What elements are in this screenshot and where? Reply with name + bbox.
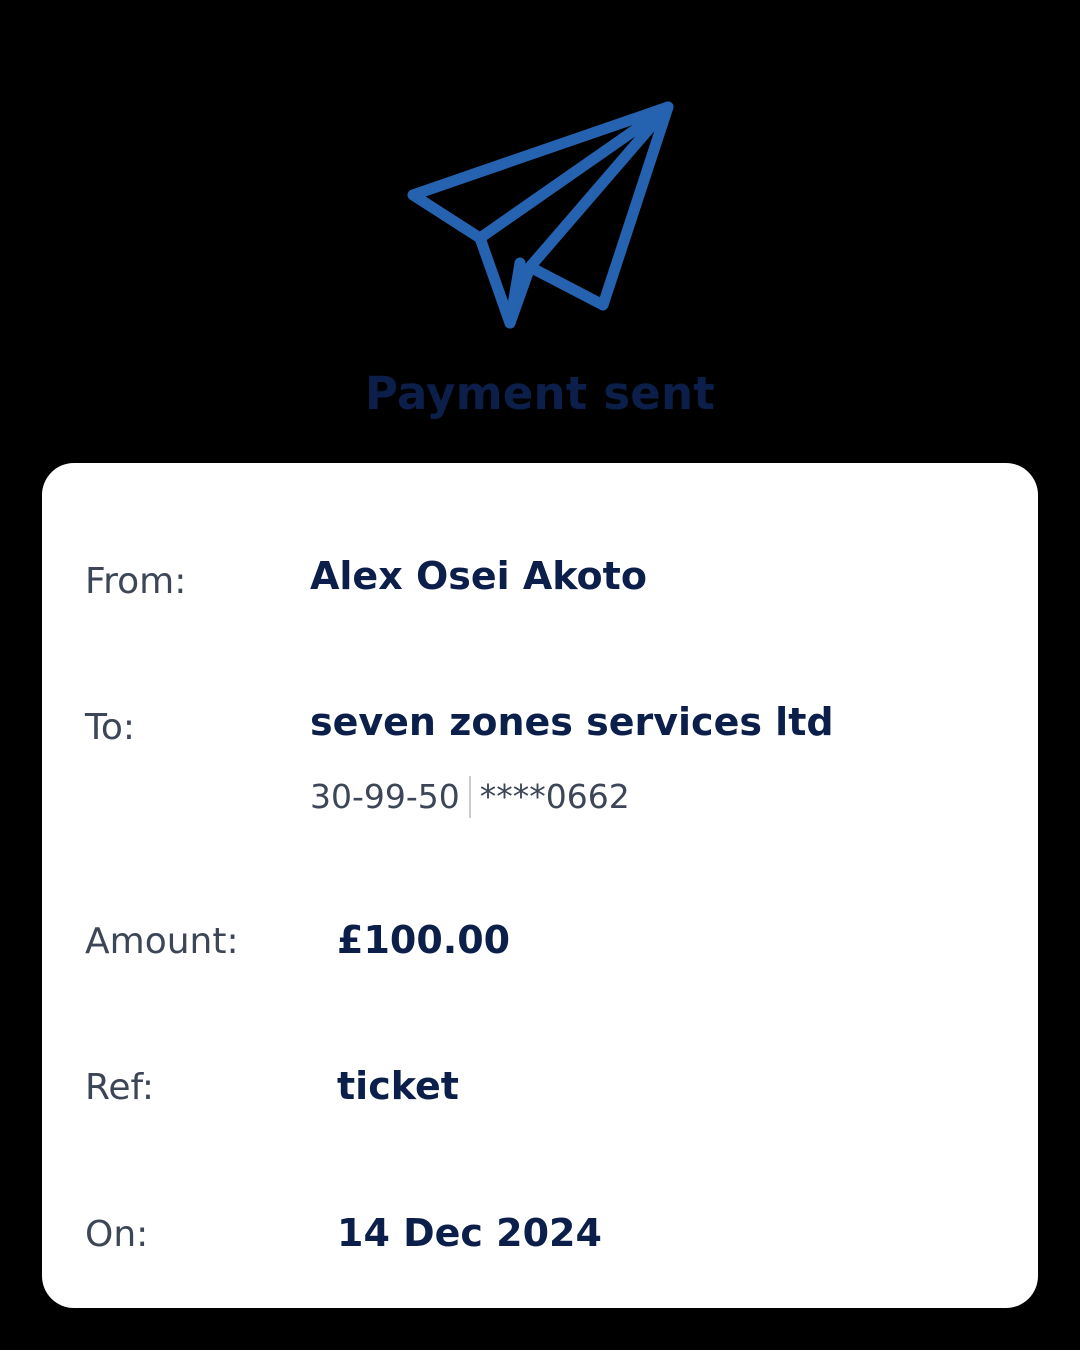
account-divider bbox=[468, 776, 471, 818]
to-value: seven zones services ltd bbox=[310, 700, 834, 744]
to-label: To: bbox=[85, 707, 136, 748]
account-details: 30-99-50 ****0662 bbox=[310, 772, 630, 822]
account-number: ****0662 bbox=[479, 777, 630, 816]
amount-value: £100.00 bbox=[337, 918, 511, 962]
page-title: Payment sent bbox=[365, 367, 715, 420]
date-label: On: bbox=[85, 1214, 149, 1255]
payment-details-card: From: Alex Osei Akoto To: seven zones se… bbox=[42, 463, 1038, 1308]
ref-value: ticket bbox=[337, 1064, 459, 1108]
sort-code: 30-99-50 bbox=[310, 777, 460, 816]
amount-label: Amount: bbox=[85, 921, 239, 962]
date-value: 14 Dec 2024 bbox=[337, 1211, 602, 1255]
from-value: Alex Osei Akoto bbox=[310, 554, 647, 598]
from-label: From: bbox=[85, 561, 187, 602]
ref-label: Ref: bbox=[85, 1067, 155, 1108]
paper-plane-icon bbox=[400, 95, 685, 340]
